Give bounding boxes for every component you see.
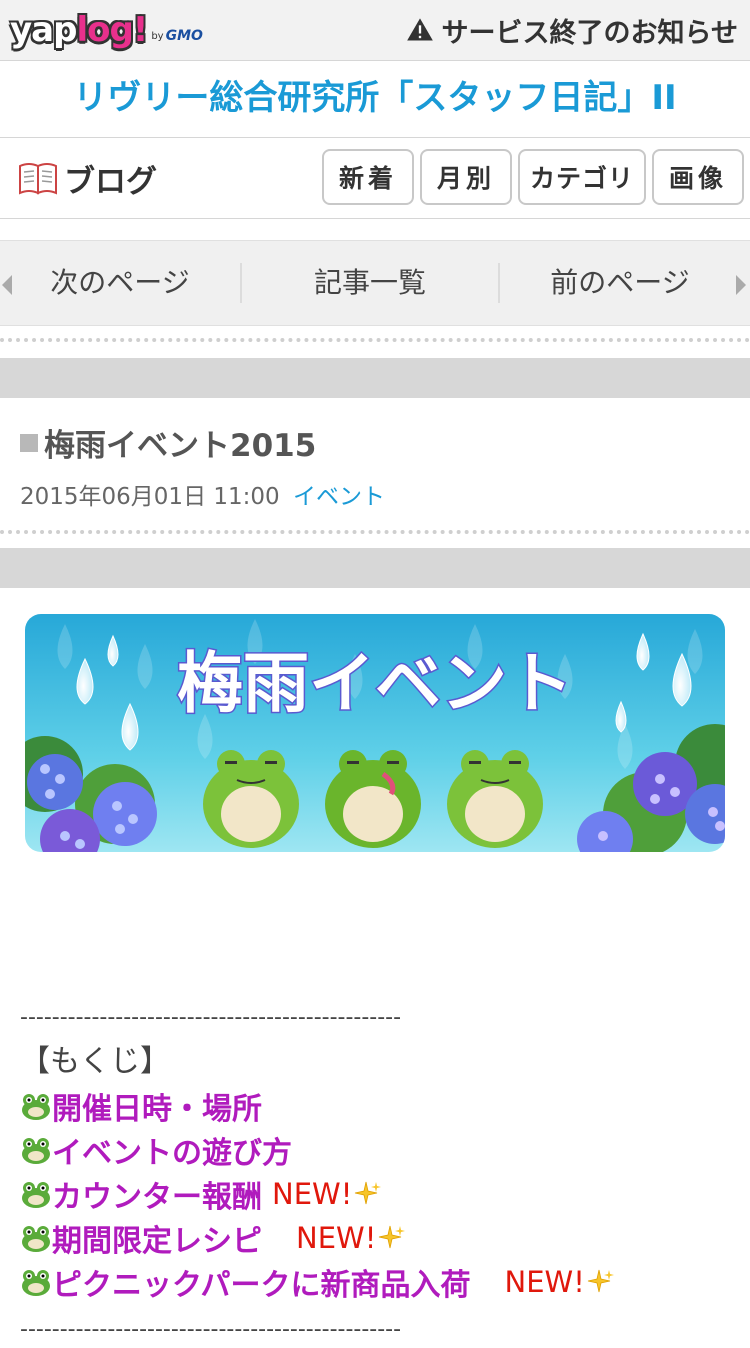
book-icon: [19, 163, 57, 195]
entry-category-link[interactable]: イベント: [293, 484, 385, 510]
blog-label: ブログ: [18, 156, 157, 200]
divider: [240, 263, 242, 303]
sparkle-icon: [587, 1269, 614, 1293]
frog-icon: [22, 1138, 50, 1164]
warning-icon: [406, 18, 433, 41]
dash-rule: ----------------------------------------…: [20, 1317, 402, 1342]
menu-category-button[interactable]: カテゴリ: [518, 149, 646, 205]
logo-by: by: [151, 31, 164, 42]
service-end-notice-link[interactable]: サービス終了のお知らせ: [406, 10, 738, 50]
logo-gmo: GMO: [165, 28, 203, 44]
toc-item-how-to-play[interactable]: イベントの遊び方: [20, 1128, 740, 1172]
toc-item-schedule[interactable]: 開催日時・場所: [20, 1084, 740, 1128]
next-page-link[interactable]: 次のページ: [10, 241, 230, 325]
toc-heading: 【もくじ】: [20, 1044, 170, 1079]
event-banner-image: 梅雨イベント: [25, 614, 725, 852]
gray-band: [0, 358, 750, 398]
yaplog-logo[interactable]: yaplog! by GMO: [10, 6, 203, 50]
prev-page-link[interactable]: 前のページ: [510, 241, 730, 325]
frog-group: [203, 750, 543, 848]
title-square-icon: [20, 433, 38, 452]
sparkle-icon: [355, 1181, 382, 1205]
top-bar: yaplog! by GMO サービス終了のお知らせ: [0, 0, 750, 61]
new-badge: NEW!: [504, 1265, 585, 1299]
dotted-divider: [0, 530, 750, 534]
dotted-divider: [0, 338, 750, 342]
new-badge: NEW!: [272, 1177, 353, 1211]
new-badge: NEW!: [296, 1221, 377, 1255]
entry-title: 梅雨イベント2015: [20, 420, 316, 465]
toc-item-counter-reward[interactable]: カウンター報酬 NEW!: [20, 1172, 740, 1216]
toc-label: 開催日時・場所: [52, 1092, 262, 1127]
banner-title: 梅雨イベント: [177, 644, 573, 722]
dash-rule: ----------------------------------------…: [20, 1005, 402, 1030]
notice-label: サービス終了のお知らせ: [441, 17, 738, 49]
frog-icon: [22, 1226, 50, 1252]
sparkle-icon: [379, 1225, 406, 1249]
banner-art: 梅雨イベント: [25, 614, 725, 852]
divider: [498, 263, 500, 303]
entry-datetime: 2015年06月01日 11:00: [20, 484, 280, 510]
article-list-link[interactable]: 記事一覧: [250, 241, 490, 325]
menu-images-button[interactable]: 画像: [652, 149, 744, 205]
frog-icon: [22, 1270, 50, 1296]
frog-icon: [22, 1182, 50, 1208]
toc-label: イベントの遊び方: [52, 1136, 292, 1171]
toc-label: ピクニックパークに新商品入荷: [52, 1268, 471, 1303]
entry-meta: 2015年06月01日 11:00 イベント: [20, 477, 385, 511]
toc-item-limited-recipe[interactable]: 期間限定レシピ NEW!: [20, 1216, 740, 1260]
arrow-right-icon: [736, 275, 746, 295]
blog-title[interactable]: リヴリー総合研究所「スタッフ日記」II: [0, 61, 750, 138]
blog-label-text: ブログ: [64, 163, 157, 200]
toc-item-new-products[interactable]: ピクニックパークに新商品入荷 NEW!: [20, 1260, 740, 1304]
pager: 次のページ 記事一覧 前のページ: [0, 240, 750, 326]
frog-icon: [22, 1094, 50, 1120]
toc-label: 期間限定レシピ: [52, 1224, 262, 1259]
toc-label: カウンター報酬: [52, 1180, 262, 1215]
gray-band: [0, 548, 750, 588]
menu-new-button[interactable]: 新着: [322, 149, 414, 205]
entry-content: ----------------------------------------…: [20, 1000, 740, 1348]
entry-title-text: 梅雨イベント2015: [44, 428, 317, 464]
menu-monthly-button[interactable]: 月別: [420, 149, 512, 205]
blog-menu: ブログ 新着 月別 カテゴリ 画像: [0, 138, 750, 219]
logo-text: yaplog!: [10, 10, 148, 50]
